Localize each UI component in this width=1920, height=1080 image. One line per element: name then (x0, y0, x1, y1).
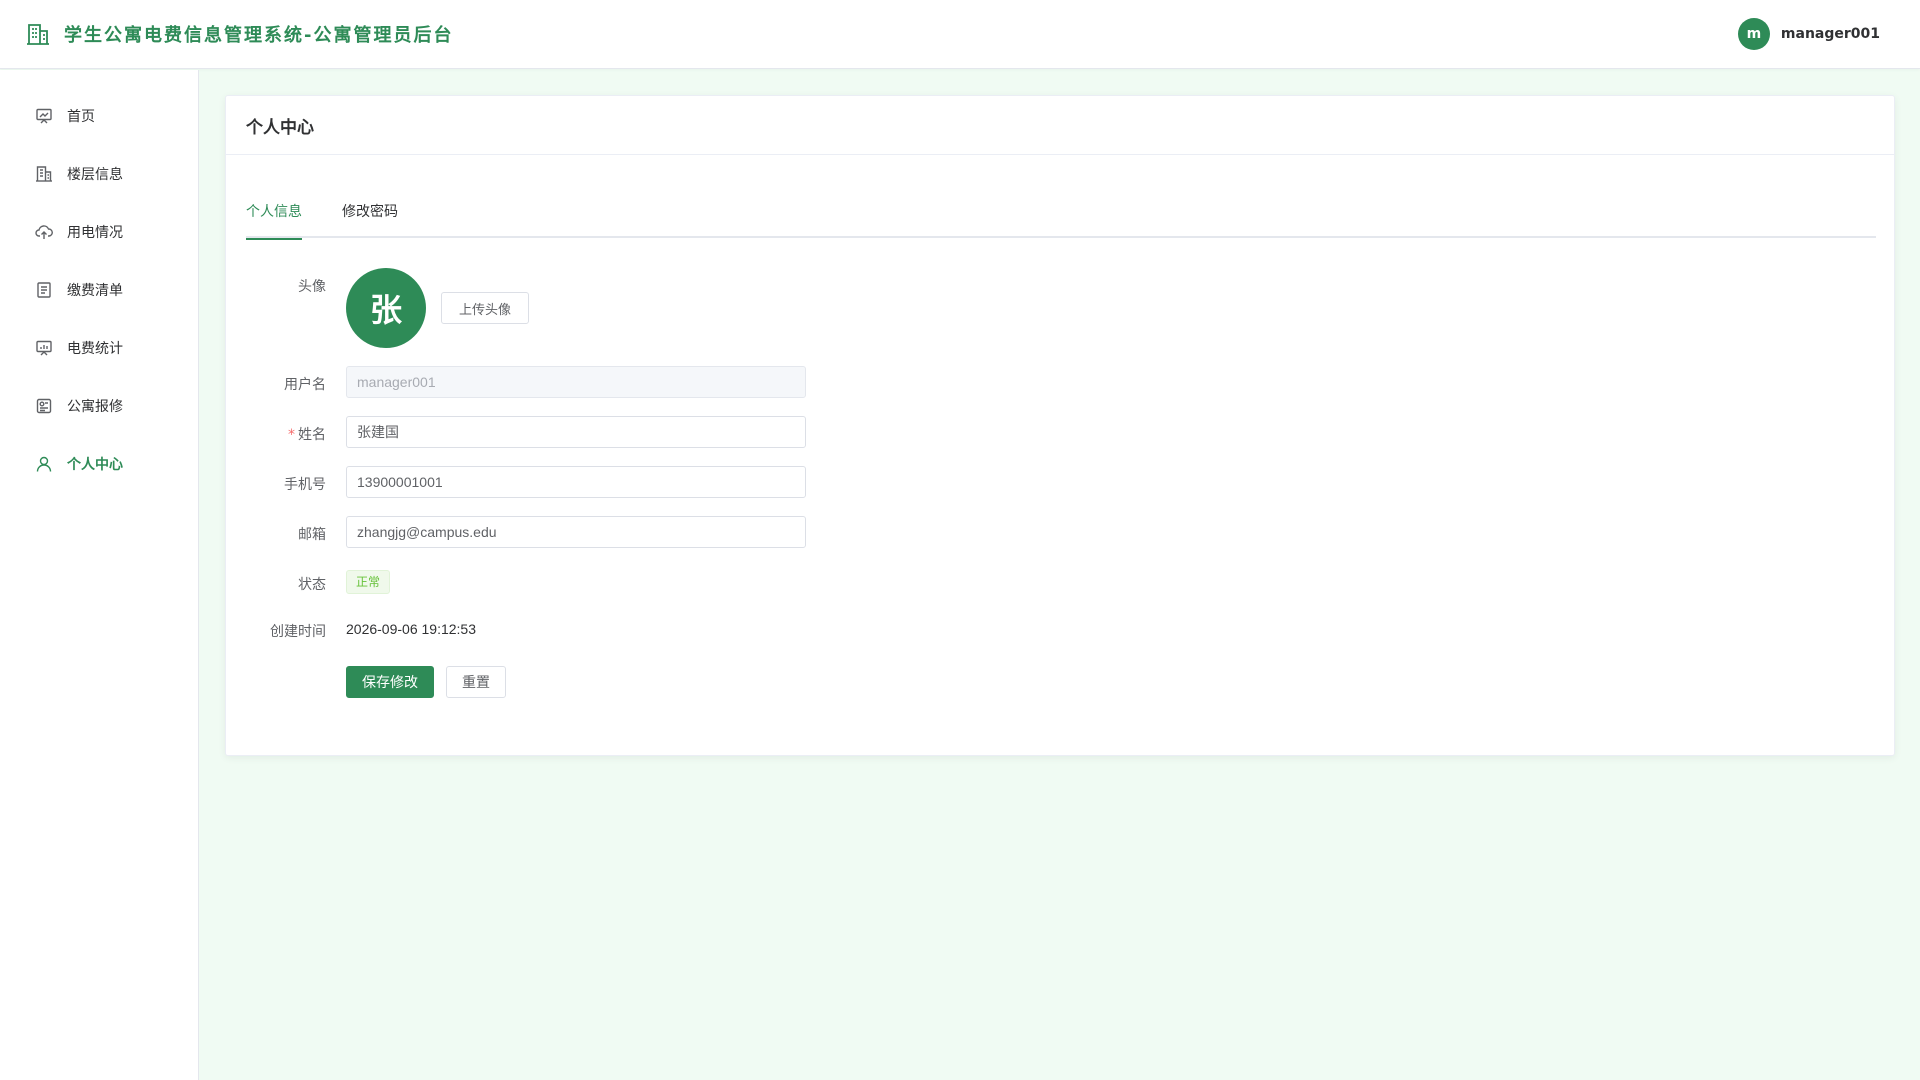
app-title: 学生公寓电费信息管理系统-公寓管理员后台 (64, 25, 454, 46)
tab-bar: 个人信息 修改密码 (246, 200, 1876, 240)
repair-icon (36, 398, 52, 414)
user-icon (36, 456, 52, 472)
status-label: 状态 (298, 577, 326, 593)
sidebar-item-label: 首页 (67, 109, 95, 125)
sidebar-item-label: 公寓报修 (67, 399, 123, 415)
username-label: 用户名 (284, 377, 326, 393)
sidebar-item-statistics[interactable]: 电费统计 (0, 324, 198, 372)
tab-personal-info[interactable]: 个人信息 (246, 200, 302, 240)
sidebar-item-label: 缴费清单 (67, 283, 123, 299)
status-badge: 正常 (346, 570, 391, 594)
building-icon (27, 24, 49, 45)
email-label: 邮箱 (298, 527, 326, 543)
sidebar-item-label: 个人中心 (67, 457, 123, 473)
sidebar-item-payments[interactable]: 缴费清单 (0, 266, 198, 314)
sidebar-item-floors[interactable]: 楼层信息 (0, 150, 198, 198)
created-time-value: 2026-09-06 19:12:53 (346, 621, 476, 637)
cloud-upload-icon (35, 225, 53, 239)
sidebar-item-home[interactable]: 首页 (0, 92, 198, 140)
profile-card: 个人中心 个人信息 修改密码 头像 张 上传头像 用户名 *姓名 手机号 邮箱 … (225, 95, 1895, 756)
avatar-label: 头像 (298, 279, 326, 295)
sidebar-item-label: 楼层信息 (67, 167, 123, 183)
dashboard-icon (36, 108, 52, 124)
sidebar: 首页 楼层信息 用电情况 缴费清单 电费统计 公寓报修 个人中心 (0, 70, 199, 1080)
sidebar-item-label: 电费统计 (67, 341, 123, 357)
save-button[interactable]: 保存修改 (346, 666, 434, 698)
sidebar-item-repairs[interactable]: 公寓报修 (0, 382, 198, 430)
building-icon (36, 166, 52, 182)
email-field[interactable] (346, 516, 806, 548)
profile-avatar: 张 (346, 268, 426, 348)
reset-button[interactable]: 重置 (446, 666, 506, 698)
sidebar-item-label: 用电情况 (67, 225, 123, 241)
user-name[interactable]: manager001 (1781, 26, 1880, 42)
name-label-text: 姓名 (298, 427, 326, 443)
upload-avatar-button[interactable]: 上传头像 (441, 292, 529, 324)
phone-label: 手机号 (284, 477, 326, 493)
card-header: 个人中心 (226, 96, 1894, 155)
page-title: 个人中心 (246, 117, 314, 138)
name-field[interactable] (346, 416, 806, 448)
tab-change-password[interactable]: 修改密码 (342, 200, 398, 238)
name-label: * 姓名 (246, 424, 326, 444)
chart-board-icon (36, 340, 52, 356)
created-time-label: 创建时间 (270, 624, 326, 640)
user-menu[interactable]: m manager001 (1737, 18, 1880, 50)
top-header: 学生公寓电费信息管理系统-公寓管理员后台 m manager001 (0, 0, 1920, 69)
phone-field[interactable] (346, 466, 806, 498)
document-icon (37, 282, 51, 298)
avatar[interactable]: m (1737, 18, 1770, 50)
required-mark: * (288, 427, 295, 443)
brand: 学生公寓电费信息管理系统-公寓管理员后台 (26, 21, 453, 47)
sidebar-item-electricity[interactable]: 用电情况 (0, 208, 198, 256)
sidebar-item-profile[interactable]: 个人中心 (0, 440, 198, 488)
username-field (346, 366, 806, 398)
